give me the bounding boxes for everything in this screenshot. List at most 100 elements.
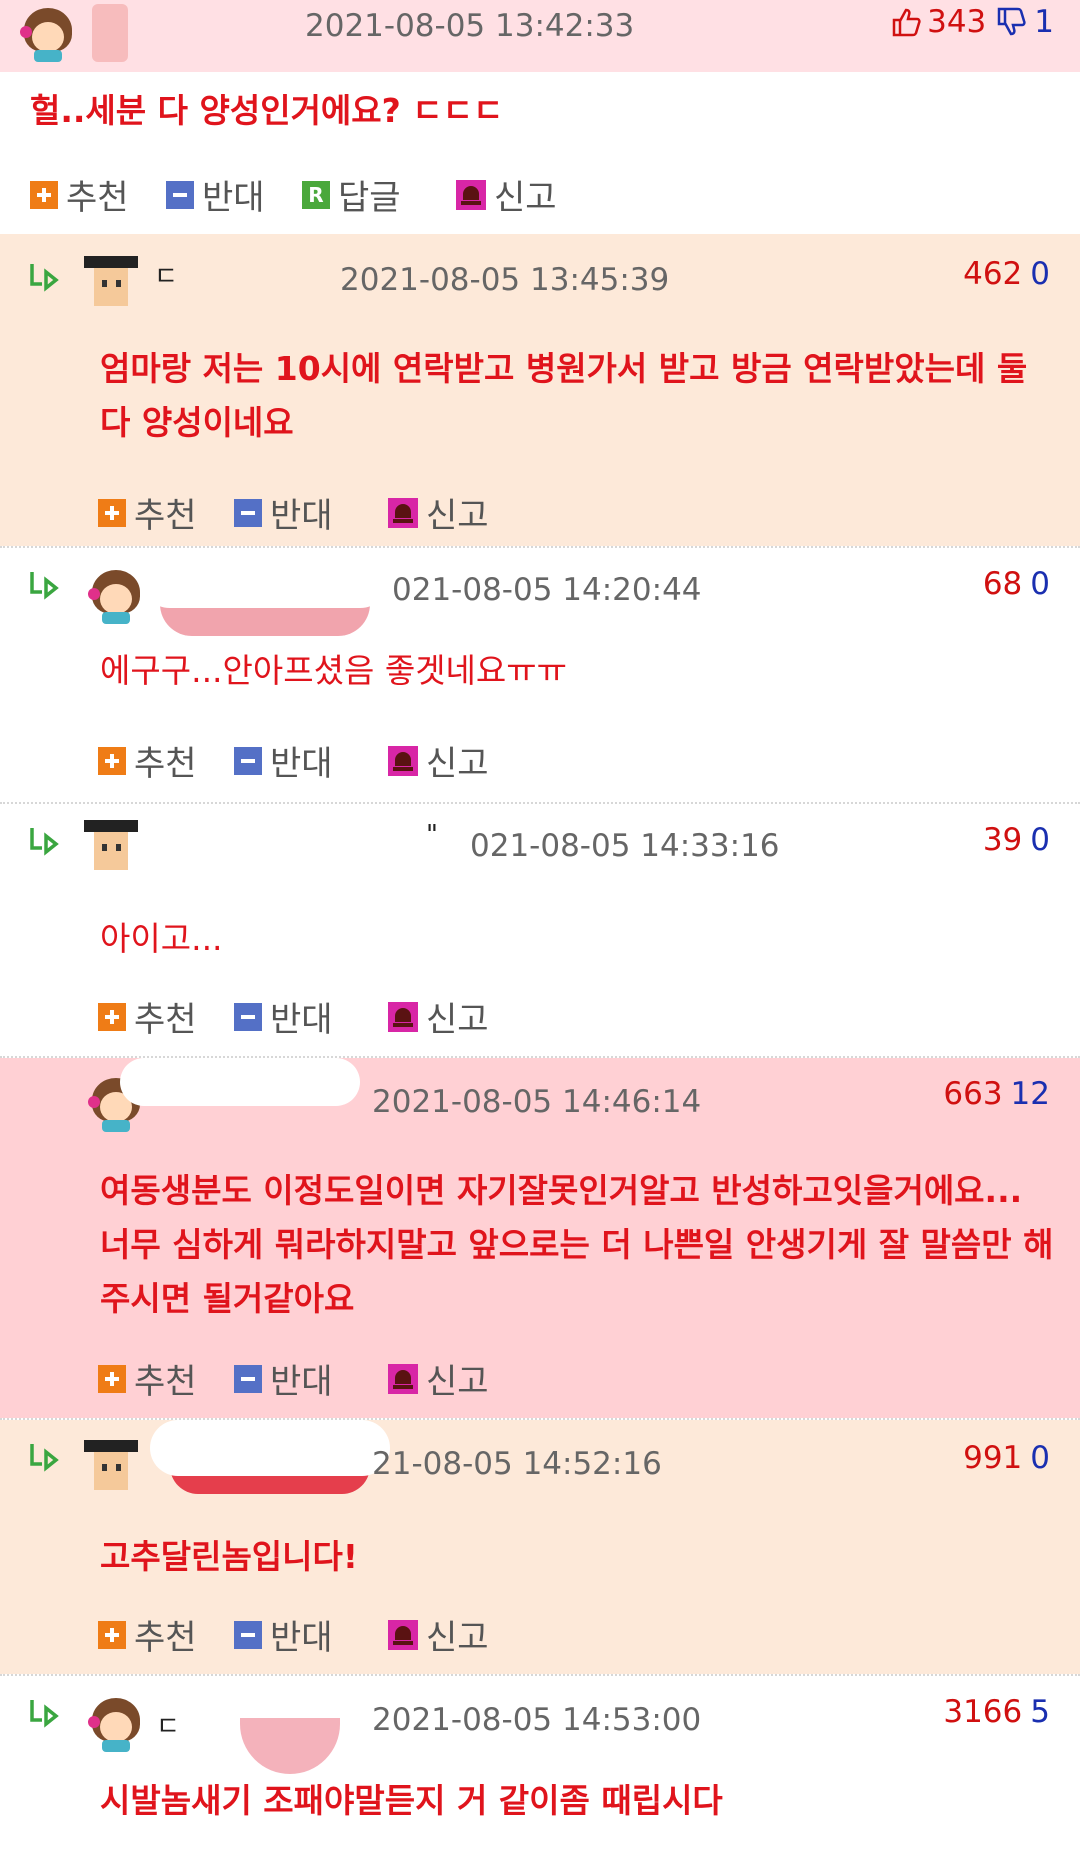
redacted-username [120, 1058, 360, 1106]
up-count: 462 [963, 256, 1023, 292]
minus-icon [234, 1364, 262, 1393]
user-avatar[interactable] [84, 1438, 138, 1494]
reply-arrow-icon [30, 828, 59, 856]
recommend-label: 추천 [134, 496, 197, 536]
thumbs-down-icon [998, 7, 1026, 36]
siren-icon [388, 1001, 418, 1032]
minus-icon [234, 1002, 262, 1031]
comment-item: 021-08-05 14:20:44 68 0 에구구...안아프셨음 좋겟네요ㅠ… [0, 548, 1080, 802]
comment-votes: 68 0 [983, 566, 1050, 602]
comment-timestamp: 2021-08-05 14:53:00 [372, 1702, 702, 1738]
down-count: 0 [1030, 822, 1050, 858]
oppose-button[interactable]: 반대 [234, 992, 333, 1041]
user-avatar[interactable] [20, 8, 74, 64]
comment-username: " [426, 820, 438, 850]
comment-text: 고추달린놈입니다! [100, 1537, 358, 1576]
comment-actions: 추천 반대 신고 [98, 736, 998, 784]
minus-icon [234, 498, 262, 527]
report-label: 신고 [426, 1362, 489, 1402]
recommend-button[interactable]: 추천 [98, 736, 197, 785]
main-post: 헐..세분 다 양성인거에요? ㄷㄷㄷ 추천 반대 R 답글 신고 [0, 72, 1080, 234]
recommend-button[interactable]: 추천 [98, 1354, 197, 1403]
user-avatar[interactable] [88, 570, 142, 626]
plus-icon [30, 180, 58, 209]
report-button[interactable]: 신고 [388, 992, 489, 1041]
recommend-label: 추천 [134, 1618, 197, 1658]
dislike-count: 1 [1034, 4, 1054, 40]
oppose-button[interactable]: 반대 [234, 1354, 333, 1403]
comment-votes: 3166 5 [943, 1694, 1050, 1730]
reply-button[interactable]: R 답글 [302, 170, 401, 219]
minus-icon [166, 180, 194, 209]
report-button[interactable]: 신고 [388, 736, 489, 785]
comment-votes: 462 0 [963, 256, 1050, 292]
report-button[interactable]: 신고 [388, 1354, 489, 1403]
redacted-username [146, 804, 396, 854]
comment-votes: 991 0 [963, 1440, 1050, 1476]
like-count: 343 [927, 4, 987, 40]
down-count: 5 [1030, 1694, 1050, 1730]
oppose-button[interactable]: 반대 [166, 170, 265, 219]
down-count: 0 [1030, 1440, 1050, 1476]
comment-timestamp: 2021-08-05 14:46:14 [372, 1084, 702, 1120]
report-label: 신고 [494, 178, 557, 218]
comment-username: ㄷ [154, 262, 178, 292]
user-avatar[interactable] [84, 254, 138, 310]
comment-timestamp: 021-08-05 14:33:16 [470, 828, 780, 864]
oppose-label: 반대 [270, 1618, 333, 1658]
minus-icon [234, 746, 262, 775]
recommend-label: 추천 [66, 178, 129, 218]
up-count: 3166 [943, 1694, 1023, 1730]
reply-arrow-icon [30, 264, 59, 292]
comment-actions: 추천 반대 신고 [98, 992, 998, 1040]
report-button[interactable]: 신고 [388, 1610, 489, 1659]
siren-icon [388, 745, 418, 776]
plus-icon [98, 1364, 126, 1393]
comment-item: 21-08-05 14:52:16 991 0 고추달린놈입니다! 추천 반대 신… [0, 1420, 1080, 1674]
reply-label: 답글 [338, 178, 401, 218]
oppose-label: 반대 [270, 1000, 333, 1040]
thumbs-up-icon [892, 8, 921, 37]
report-button[interactable]: 신고 [456, 170, 557, 219]
recommend-button[interactable]: 추천 [98, 992, 197, 1041]
oppose-button[interactable]: 반대 [234, 736, 333, 785]
comment-votes: 663 12 [943, 1076, 1050, 1112]
post-timestamp: 2021-08-05 13:42:33 [305, 8, 635, 44]
down-count: 12 [1010, 1076, 1050, 1112]
oppose-label: 반대 [270, 496, 333, 536]
plus-icon [98, 1002, 126, 1031]
redacted-username [150, 1420, 390, 1476]
comment-actions: 추천 반대 신고 [98, 1354, 998, 1402]
recommend-label: 추천 [134, 744, 197, 784]
reply-arrow-icon [30, 1700, 59, 1728]
plus-icon [98, 498, 126, 527]
minus-icon [234, 1620, 262, 1649]
siren-icon [388, 1363, 418, 1394]
recommend-button[interactable]: 추천 [30, 170, 129, 219]
plus-icon [98, 1620, 126, 1649]
user-avatar[interactable] [84, 818, 138, 874]
report-label: 신고 [426, 496, 489, 536]
comment-timestamp: 21-08-05 14:52:16 [372, 1446, 662, 1482]
comment-text: 에구구...안아프셨음 좋겟네요ㅠㅠ [100, 651, 567, 690]
oppose-button[interactable]: 반대 [234, 488, 333, 537]
comment-timestamp: 021-08-05 14:20:44 [392, 572, 702, 608]
user-avatar[interactable] [88, 1698, 142, 1754]
oppose-label: 반대 [270, 1362, 333, 1402]
comment-item: 2021-08-05 14:46:14 663 12 여동생분도 이정도일이면 자… [0, 1058, 1080, 1418]
recommend-button[interactable]: 추천 [98, 488, 197, 537]
report-button[interactable]: 신고 [388, 488, 489, 537]
oppose-button[interactable]: 반대 [234, 1610, 333, 1659]
redacted-username [180, 1676, 380, 1718]
comment-actions: 추천 반대 신고 [98, 488, 998, 536]
recommend-button[interactable]: 추천 [98, 1610, 197, 1659]
comment-item: " 021-08-05 14:33:16 39 0 아이고... 추천 반대 신고 [0, 804, 1080, 1056]
up-count: 991 [963, 1440, 1023, 1476]
comment-actions: 추천 반대 신고 [98, 1610, 998, 1658]
redacted-username [240, 1714, 340, 1774]
report-label: 신고 [426, 744, 489, 784]
recommend-label: 추천 [134, 1362, 197, 1402]
up-count: 68 [982, 566, 1023, 602]
report-label: 신고 [426, 1618, 489, 1658]
comment-item: ㄷ 2021-08-05 14:53:00 3166 5 시발놈새기 조패야말듣지… [0, 1676, 1080, 1856]
